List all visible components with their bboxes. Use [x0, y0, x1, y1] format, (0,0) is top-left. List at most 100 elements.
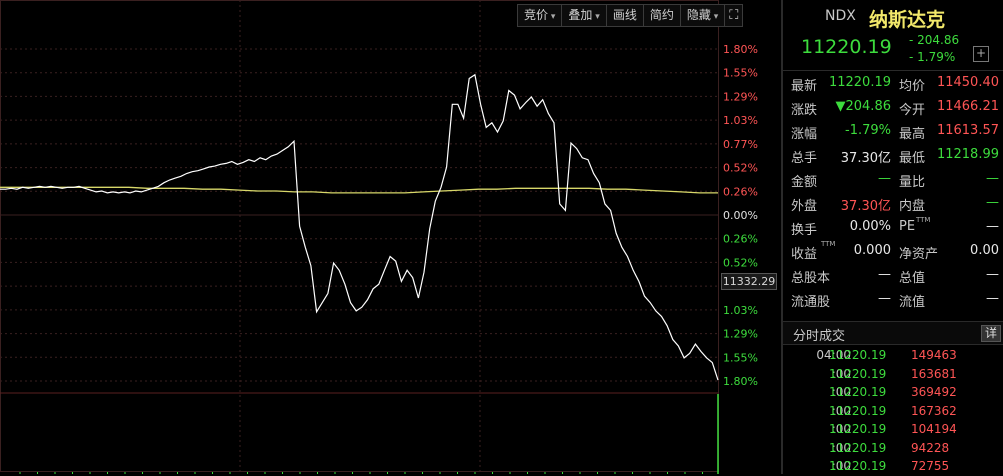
average-price-line	[0, 186, 718, 194]
quote-value: 11450.40	[936, 75, 999, 90]
quote-label: 流通股	[791, 295, 831, 310]
intraday-chart[interactable]: 1.80% 1.55% 1.29% 1.03% 0.77% 0.52% 0.26% 0.00%…	[0, 0, 780, 474]
toolbar-button-3[interactable]: 简约	[644, 5, 681, 26]
toolbar-button-1[interactable]: 叠加	[562, 5, 607, 26]
quote-label: 均价	[899, 79, 926, 94]
toolbar-button-0[interactable]: 竞价	[518, 5, 563, 26]
tick-volume: 72755	[911, 459, 950, 473]
quote-label: 总值	[899, 271, 926, 286]
quote-label: 最新	[791, 79, 818, 94]
chart-frame	[0, 0, 719, 472]
toolbar-button-2[interactable]: 画线	[607, 5, 644, 26]
intraday-chart-area[interactable]: 1.80% 1.55% 1.29% 1.03% 0.77% 0.52% 0.26% 0.00%…	[0, 0, 780, 474]
tick-volume: 167362	[911, 403, 957, 418]
quote-value: -1.79%	[845, 123, 891, 138]
quote-label: 涨幅	[791, 127, 818, 142]
quote-label: 涨跌	[791, 103, 818, 118]
quote-row: 涨跌 ▼204.86 今开 11466.21	[783, 96, 1003, 120]
tick-price: 11220.19	[829, 366, 887, 381]
quote-row: 最新 11220.19 均价 11450.40	[783, 72, 1003, 96]
quote-value: —	[986, 195, 999, 210]
quote-value: —	[986, 291, 999, 306]
quote-label: 最低	[899, 151, 926, 166]
tick-price: 11220.19	[829, 385, 887, 399]
tick-volume: 149463	[911, 348, 957, 362]
quote-row: 外盘 37.30亿 内盘 —	[783, 192, 1003, 216]
y-axis-label: 1.03%	[723, 114, 758, 127]
tick-row: :00 11220.19 104194	[783, 420, 1003, 439]
quote-value: 37.30亿	[840, 199, 891, 214]
quote-value: —	[878, 171, 891, 186]
tick-volume: 369492	[911, 385, 957, 399]
quote-row: 换手 0.00% PE — TTM	[783, 216, 1003, 240]
quote-value: —	[986, 171, 999, 186]
tick-price: 11220.19	[829, 440, 887, 455]
quote-header: NDX 纳斯达克 11220.19 - 204.86 - 1.79% +	[783, 0, 1003, 71]
change-percent: - 1.79%	[909, 50, 956, 64]
quote-label: 内盘	[899, 199, 926, 214]
y-axis-label: 1.29%	[723, 328, 758, 341]
ticks-detail-button[interactable]: 详	[981, 325, 1001, 342]
last-price: 11220.19	[801, 36, 892, 58]
tick-row: :00 11220.19 167362	[783, 402, 1003, 421]
plus-icon[interactable]: +	[973, 46, 989, 62]
quote-value: 0.00%	[849, 219, 891, 234]
y-axis-label: 1.29%	[723, 90, 758, 103]
quote-value: 0.00	[970, 243, 999, 258]
tick-volume: 104194	[911, 422, 957, 436]
tick-price: 11220.19	[829, 422, 887, 436]
y-axis-label: 1.80%	[723, 375, 758, 388]
change-value: - 204.86	[909, 33, 960, 47]
ticks-title: 分时成交	[793, 329, 846, 344]
tick-volume: 94228	[911, 440, 950, 455]
quote-label: 最高	[899, 127, 926, 142]
tick-price: 11220.19	[829, 348, 887, 362]
tick-row: :00 11220.19 72755	[783, 457, 1003, 476]
ticks-header: 分时成交 详	[783, 321, 1003, 345]
symbol-code: NDX	[825, 8, 856, 24]
quote-value: 11613.57	[936, 123, 999, 138]
quote-row: 收益 TTM 0.000 净资产 0.00	[783, 240, 1003, 264]
quote-value: —	[986, 219, 999, 234]
quote-label: 量比	[899, 175, 926, 190]
tick-price: 11220.19	[829, 403, 887, 418]
quote-row: 涨幅 -1.79% 最高 11613.57	[783, 120, 1003, 144]
quote-value: 11466.21	[936, 99, 999, 114]
quote-value: —	[986, 267, 999, 282]
tick-volume: 163681	[911, 366, 957, 381]
quote-panel: NDX 纳斯达克 11220.19 - 204.86 - 1.79% + 最新 1…	[781, 0, 1003, 474]
quote-label-sup: TTM	[821, 240, 836, 248]
quote-value: 37.30亿	[840, 151, 891, 166]
quote-value: ▼204.86	[835, 99, 892, 114]
quote-label: 外盘	[791, 199, 818, 214]
tick-row: :00 11220.19 163681	[783, 365, 1003, 384]
quote-label: 总股本	[791, 271, 831, 286]
quote-value: 11220.19	[828, 75, 891, 90]
y-axis-label: 1.03%	[723, 304, 758, 317]
quote-label: 收益	[791, 247, 818, 262]
tick-row: 04:00 11220.19 149463	[783, 346, 1003, 365]
tick-row: :00 11220.19 94228	[783, 439, 1003, 458]
y-axis-label: 1.80%	[723, 43, 758, 56]
y-axis-label: 0.52%	[723, 256, 758, 269]
expand-icon[interactable]: ⛶	[725, 5, 742, 26]
chart-toolbar: 竞价叠加画线简约隐藏⛶	[517, 4, 744, 27]
toolbar-button-4[interactable]: 隐藏	[681, 5, 726, 26]
quote-value: 0.000	[853, 243, 891, 258]
y-axis-label: 1.55%	[723, 67, 758, 80]
quote-label: 总手	[791, 151, 818, 166]
quote-label: 金额	[791, 175, 818, 190]
current-price-tag: 11332.29	[721, 273, 777, 290]
y-axis-label: 0.52%	[723, 162, 758, 175]
y-axis-label: 0.26%	[723, 233, 758, 246]
y-axis-label: 0.00%	[723, 209, 758, 222]
quote-label: 今开	[899, 103, 926, 118]
y-axis-label: 1.55%	[723, 351, 758, 364]
quote-label: 净资产	[899, 247, 939, 262]
tick-price: 11220.19	[829, 459, 887, 473]
quote-row: 总股本 — 总值 —	[783, 264, 1003, 288]
y-axis-label: 0.26%	[723, 185, 758, 198]
quote-row: 金额 — 量比 —	[783, 168, 1003, 192]
quote-label: 流值	[899, 295, 926, 310]
quote-label: PE	[899, 219, 916, 234]
